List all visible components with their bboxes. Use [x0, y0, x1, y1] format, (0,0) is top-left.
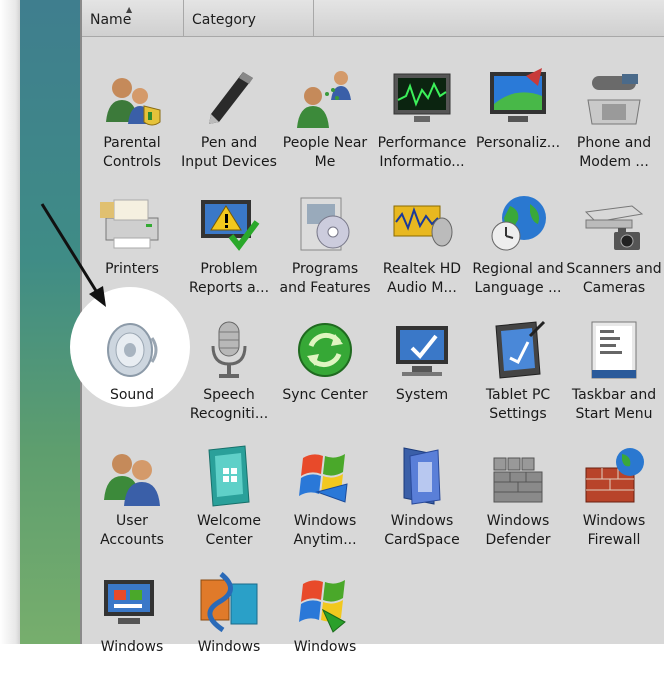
windows-sideshow-icon	[200, 572, 258, 633]
item-label: Windows Firewall	[582, 513, 646, 548]
item-label: Printers	[105, 261, 159, 277]
item-label: Programs and Features	[279, 261, 371, 296]
performance-icon	[393, 73, 451, 122]
item-label: Scanners and Cameras	[566, 261, 662, 296]
defender-icon	[493, 457, 543, 503]
control-panel-item-windows-anytime[interactable]: Windows Anytim...	[276, 436, 374, 556]
pen-icon	[209, 72, 253, 124]
control-panel-item-firewall[interactable]: Windows Firewall	[565, 436, 663, 556]
problem-reports-icon	[201, 200, 260, 251]
control-panel-item-windows-update[interactable]: Windows	[276, 562, 374, 682]
item-label: Parental Controls	[103, 135, 161, 170]
control-panel-item-phone-modem[interactable]: Phone and Modem ...	[565, 58, 663, 178]
column-header: ▲ Name Category	[82, 0, 664, 37]
item-label: People Near Me	[282, 135, 368, 170]
item-label: Windows	[197, 639, 261, 655]
speaker-icon	[107, 323, 158, 377]
firewall-icon	[585, 448, 644, 503]
welcome-center-icon	[208, 445, 250, 507]
control-panel-item-personalization[interactable]: Personaliz...	[469, 58, 567, 178]
sync-icon	[298, 323, 352, 377]
control-panel-item-system[interactable]: System	[373, 310, 471, 430]
control-panel-item-parental-controls[interactable]: Parental Controls	[83, 58, 181, 178]
item-label: Welcome Center	[196, 513, 262, 548]
item-label: Windows CardSpace	[384, 513, 460, 548]
item-label: Regional and Language ...	[472, 261, 564, 296]
phone-modem-icon	[587, 74, 641, 125]
scanner-camera-icon	[584, 205, 644, 250]
system-icon	[396, 326, 448, 376]
control-panel-item-people-near-me[interactable]: People Near Me	[276, 58, 374, 178]
parental-controls-icon	[106, 78, 161, 126]
control-panel-item-speaker[interactable]: Sound	[83, 310, 181, 430]
control-panel-item-programs-features[interactable]: Programs and Features	[276, 184, 374, 304]
control-panel-item-scanner-camera[interactable]: Scanners and Cameras	[565, 184, 663, 304]
control-panel-item-pen[interactable]: Pen and Input Devices	[180, 58, 278, 178]
printer-icon	[100, 199, 159, 249]
control-panel-item-tablet-pc[interactable]: Tablet PC Settings	[469, 310, 567, 430]
control-panel-item-user-accounts[interactable]: User Accounts	[83, 436, 181, 556]
item-label: Phone and Modem ...	[576, 135, 652, 170]
item-label: Windows	[293, 639, 357, 655]
column-header-category[interactable]: Category	[184, 0, 314, 36]
windows-anytime-icon	[299, 454, 348, 503]
control-panel-item-sync[interactable]: Sync Center	[276, 310, 374, 430]
control-panel-item-windows-mobility[interactable]: Windows	[83, 562, 181, 682]
control-panel-item-welcome-center[interactable]: Welcome Center	[180, 436, 278, 556]
windows-update-icon	[299, 580, 346, 633]
item-label: Realtek HD Audio M...	[382, 261, 462, 296]
sort-ascending-icon: ▲	[126, 5, 133, 14]
control-panel-item-microphone[interactable]: Speech Recogniti...	[180, 310, 278, 430]
control-panel-item-windows-sideshow[interactable]: Windows	[180, 562, 278, 682]
item-label: Sound	[109, 387, 155, 403]
navigation-pane	[20, 0, 82, 644]
column-header-name[interactable]: ▲ Name	[82, 0, 184, 36]
control-panel-item-cardspace[interactable]: Windows CardSpace	[373, 436, 471, 556]
windows-mobility-icon	[104, 580, 154, 624]
control-panel-item-defender[interactable]: Windows Defender	[469, 436, 567, 556]
control-panel-item-taskbar[interactable]: Taskbar and Start Menu	[565, 310, 663, 430]
item-label: System	[395, 387, 449, 403]
item-label: Pen and Input Devices	[181, 135, 277, 170]
control-panel-item-printer[interactable]: Printers	[83, 184, 181, 304]
item-label: Personaliz...	[475, 135, 561, 151]
control-panel-item-problem-reports[interactable]: Problem Reports a...	[180, 184, 278, 304]
item-label: User Accounts	[100, 513, 164, 548]
item-label: Performance Informatio...	[377, 135, 467, 170]
item-label: Tablet PC Settings	[485, 387, 551, 422]
control-panel-item-regional-language[interactable]: Regional and Language ...	[469, 184, 567, 304]
item-label: Windows Anytim...	[293, 513, 357, 548]
item-label: Sync Center	[282, 387, 368, 403]
control-panel-item-realtek-audio[interactable]: Realtek HD Audio M...	[373, 184, 471, 304]
programs-features-icon	[300, 197, 350, 251]
cardspace-icon	[403, 447, 441, 505]
realtek-audio-icon	[393, 205, 453, 247]
tablet-pc-icon	[495, 320, 546, 379]
item-label: Speech Recogniti...	[189, 387, 269, 422]
item-label: Windows	[100, 639, 164, 655]
item-label: Windows Defender	[485, 513, 551, 548]
item-label: Taskbar and Start Menu	[571, 387, 657, 422]
microphone-icon	[211, 321, 247, 378]
taskbar-icon	[591, 321, 637, 379]
regional-language-icon	[491, 196, 546, 251]
item-label: Problem Reports a...	[188, 261, 270, 296]
user-accounts-icon	[104, 454, 160, 506]
control-panel-item-performance[interactable]: Performance Informatio...	[373, 58, 471, 178]
personalization-icon	[490, 68, 546, 122]
people-near-me-icon	[297, 71, 351, 128]
